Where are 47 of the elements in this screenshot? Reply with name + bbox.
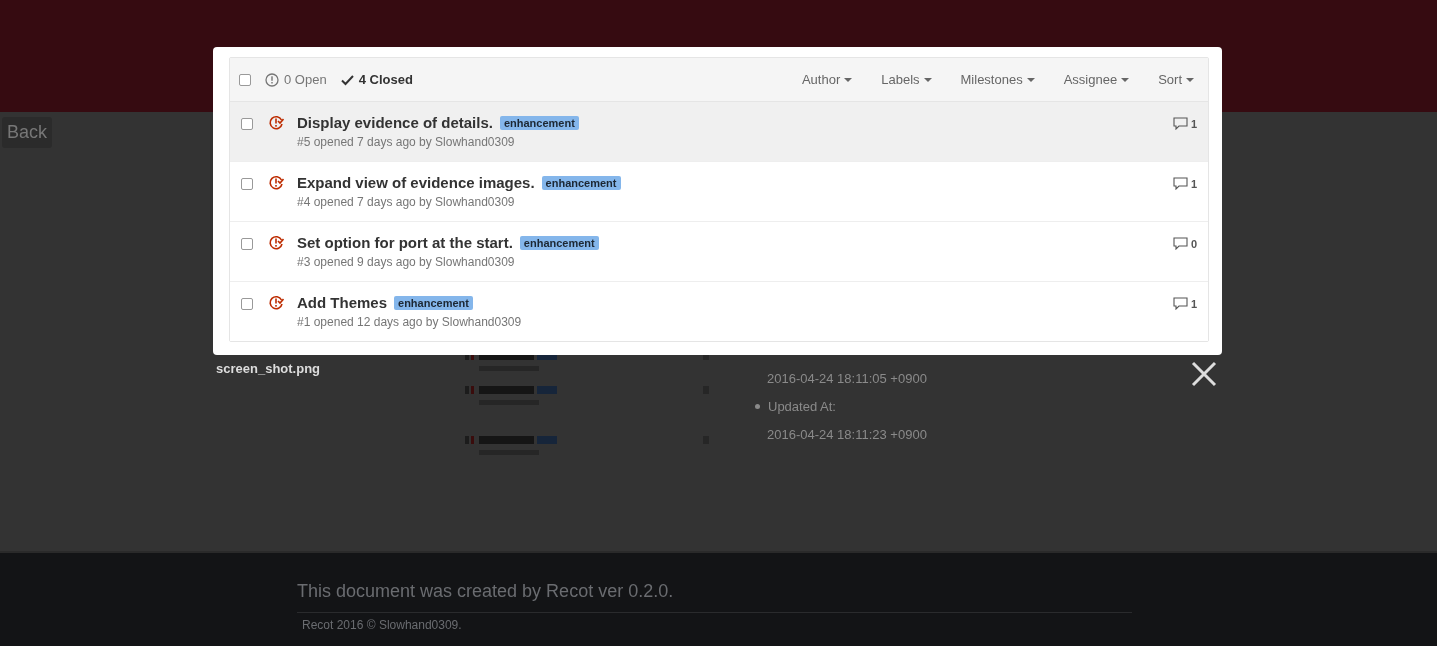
issue-title[interactable]: Display evidence of details. — [297, 114, 493, 131]
filter-dropdown[interactable]: Milestones — [960, 72, 1035, 87]
issue-meta: #1 opened 12 days ago by Slowhand0309 — [297, 315, 523, 329]
state-tab[interactable]: 4 Closed — [340, 72, 413, 87]
image-caption: screen_shot.png — [216, 361, 321, 376]
state-tab[interactable]: 0 Open — [265, 72, 327, 87]
issue-label[interactable]: enhancement — [394, 295, 473, 310]
issue-checkbox[interactable] — [241, 178, 253, 190]
filter-dropdown[interactable]: Sort — [1158, 72, 1194, 87]
comment-icon — [1172, 297, 1188, 310]
issue-meta: #3 opened 9 days ago by Slowhand0309 — [297, 255, 516, 269]
closed-issue-icon — [268, 175, 284, 191]
footer-text: This document was created by Recot ver 0.2.0. — [297, 581, 675, 602]
filter-dropdown[interactable]: Assignee — [1063, 72, 1130, 87]
filter-dropdown[interactable]: Author — [801, 72, 853, 87]
copyright-text: Recot 2016 © Slowhand0309. — [301, 618, 463, 632]
detail-text: 2016-04-24 18:11:05 +0900 — [767, 370, 927, 386]
closed-issue-icon — [268, 115, 284, 131]
close-icon[interactable] — [1191, 361, 1217, 387]
comment-count: 1 — [1190, 297, 1197, 310]
issue-label[interactable]: enhancement — [499, 115, 579, 130]
comment-icon — [1172, 177, 1188, 190]
issue-row[interactable]: Display evidence of details. enhancement #5 opened 7 days ago by Slowhand0309 1 — [230, 102, 1208, 162]
bullet-icon — [755, 403, 760, 409]
issue-meta: #5 opened 7 days ago by Slowhand0309 — [297, 135, 516, 149]
comment-count: 1 — [1190, 177, 1197, 190]
filter-dropdown[interactable]: Labels — [881, 72, 932, 87]
alert-icon — [265, 72, 279, 87]
check-icon — [340, 73, 354, 86]
comment-count: 0 — [1190, 237, 1197, 250]
closed-issue-icon — [268, 295, 284, 311]
issue-title[interactable]: Set option for port at the start. — [297, 234, 513, 251]
comment-icon — [1172, 237, 1188, 250]
issue-checkbox[interactable] — [241, 298, 253, 310]
issue-label[interactable]: enhancement — [519, 235, 599, 250]
select-all-checkbox[interactable] — [239, 73, 251, 86]
issue-checkbox[interactable] — [241, 118, 253, 130]
comment-icon — [1172, 117, 1188, 130]
issue-meta: #4 opened 7 days ago by Slowhand0309 — [297, 195, 516, 209]
comment-count: 1 — [1190, 117, 1197, 130]
closed-issue-icon — [268, 235, 284, 251]
issue-checkbox[interactable] — [241, 238, 253, 250]
detail-text: 2016-04-24 18:11:23 +0900 — [767, 426, 927, 442]
issue-title[interactable]: Add Themes — [297, 294, 387, 311]
detail-text: Updated At: — [768, 398, 836, 414]
issue-label[interactable]: enhancement — [541, 175, 621, 190]
issue-title[interactable]: Expand view of evidence images. — [297, 174, 535, 191]
